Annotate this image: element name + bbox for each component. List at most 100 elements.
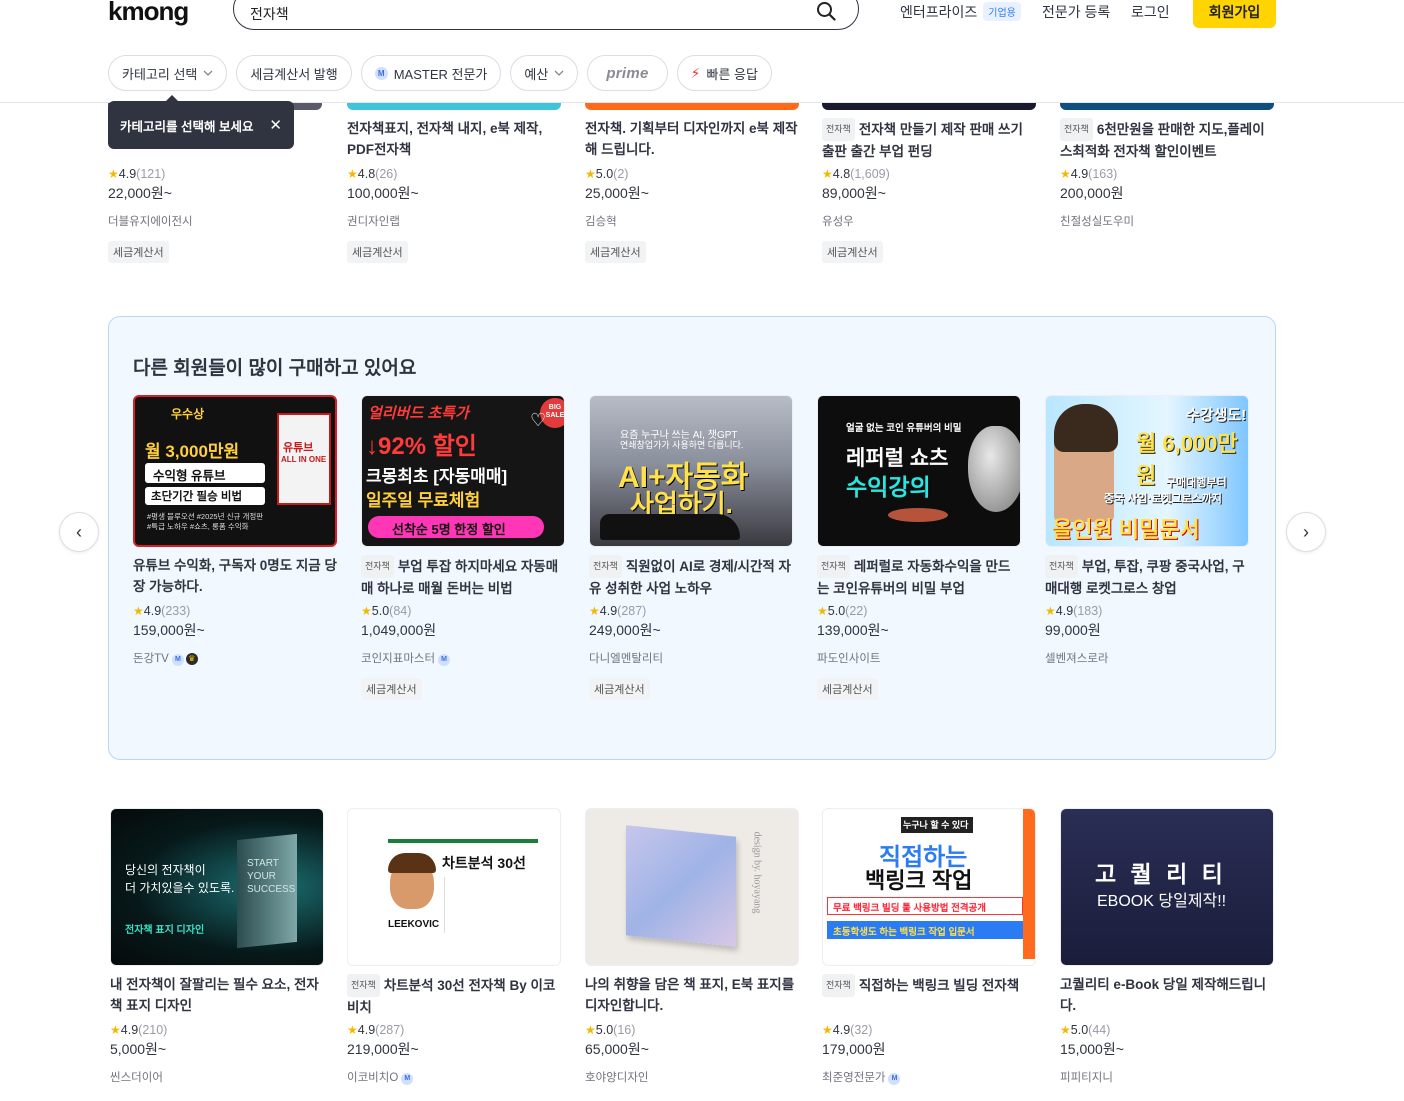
product-title[interactable]: 전자책. 기획부터 디자인까지 e북 제작해 드립니다. xyxy=(585,118,799,160)
product-title[interactable]: 전자책표지, 전자책 내지, e북 제작, PDF전자책 xyxy=(347,118,561,160)
seller-name[interactable]: 코인지표마스터 M xyxy=(361,650,565,666)
product-title[interactable]: 나의 취향을 담은 책 표지, E북 표지를 디자인합니다. xyxy=(585,974,799,1016)
heart-icon[interactable]: ♡ xyxy=(530,410,546,431)
product-card[interactable]: 차트분석 30선 LEEKOVIC 전자책 차트분석 30선 전자책 By 이코비… xyxy=(347,808,561,1085)
price: 179,000원 xyxy=(822,1041,886,1057)
nav-enterprise[interactable]: 엔터프라이즈 기업용 xyxy=(900,2,1021,22)
product-card[interactable]: 얼굴 없는 코인 유튜버의 비밀 레퍼럴 쇼츠 수익강의 전자책 레퍼럴로 자동화… xyxy=(817,395,1021,700)
product-thumbnail[interactable]: 차트분석 30선 LEEKOVIC xyxy=(347,808,561,966)
seller-name[interactable]: 이코비치O M xyxy=(347,1069,561,1085)
product-title-text: 유튜브 수익화, 구독자 0명도 지금 당장 가능하다. xyxy=(133,558,337,594)
product-card[interactable]: 우수상 월 3,000만원 수익형 유튜브 초단기간 필승 비법 #평생 블루오… xyxy=(133,395,337,666)
product-card[interactable]: 전자책 전자책 만들기 제작 판매 쓰기 출판 출간 부업 펀딩 ★4.8(1,6… xyxy=(822,100,1036,263)
seller-name-text: 친절성실도우미 xyxy=(1060,216,1135,228)
product-title[interactable]: 전자책 부업 투잡 하지마세요 자동매매 하나로 매월 돈버는 비법 xyxy=(361,555,565,597)
product-title[interactable]: 전자책 레퍼럴로 자동화수익을 만드는 코인유튜버의 비밀 부업 xyxy=(817,555,1021,597)
seller-name[interactable]: 피피티지니 xyxy=(1060,1069,1274,1085)
rating: ★5.0(44) xyxy=(1060,1023,1274,1037)
seller-name[interactable]: 친절성실도우미 xyxy=(1060,213,1274,229)
seller-name[interactable]: 씬스더이어 xyxy=(110,1069,324,1085)
master-icon: M xyxy=(171,654,184,666)
thumbnail-text: 차트분석 30선 xyxy=(442,855,526,871)
filter-prime[interactable]: prime xyxy=(587,55,668,91)
product-title[interactable]: 전자책 직원없이 AI로 경제/시간적 자유 성취한 사업 노하우 xyxy=(589,555,793,597)
rating: ★5.0(16) xyxy=(585,1023,799,1037)
thumbnail-text: ALL IN ONE xyxy=(281,455,327,464)
section-title: 다른 회원들이 많이 구매하고 있어요 xyxy=(133,358,417,379)
rating: ★4.9(163) xyxy=(1060,167,1274,181)
product-card[interactable]: 누구나 할 수 있다 직접하는 백링크 작업 무료 백링크 빌딩 툴 사용방법 … xyxy=(822,808,1036,1085)
product-card[interactable]: 요즘 누구나 쓰는 AI, 챗GPT 연쇄창업가가 사용하면 다릅니다. AI+… xyxy=(589,395,793,700)
signup-button[interactable]: 회원가입 xyxy=(1193,0,1276,28)
product-card[interactable]: 당신의 전자책이 더 가치있을수 있도록. 전자책 표지 디자인 START Y… xyxy=(110,808,324,1085)
search-icon[interactable] xyxy=(816,1,836,21)
product-card[interactable]: 전자책. 기획부터 디자인까지 e북 제작해 드립니다. ★5.0(2) 25,… xyxy=(585,100,799,263)
product-thumbnail[interactable]: 고 퀄 리 티 EBOOK 당일제작!! xyxy=(1060,808,1274,966)
filter-master[interactable]: M MASTER 전문가 xyxy=(360,55,502,91)
product-card[interactable]: 전자책 6천만원을 판매한 지도,플레이스최적화 전자책 할인이벤트 ★4.9(1… xyxy=(1060,100,1274,229)
search-bar[interactable]: 전자책 xyxy=(233,0,859,30)
product-thumbnail[interactable]: design by. hoyayang xyxy=(585,808,799,966)
thumbnail-text: 수익형 유튜브 xyxy=(153,469,226,483)
kmong-logo[interactable]: kmong xyxy=(108,0,189,27)
header: kmong 전자책 엔터프라이즈 기업용 전문가 등록 로그인 회원가입 카테고리… xyxy=(0,0,1404,103)
filter-category[interactable]: 카테고리 선택 xyxy=(108,55,228,91)
product-title[interactable]: 전자책 6천만원을 판매한 지도,플레이스최적화 전자책 할인이벤트 xyxy=(1060,118,1274,160)
thumbnail-text: 유튜브 xyxy=(283,442,314,454)
thumbnail-text: 더 가치있을수 있도록. xyxy=(125,881,235,895)
seller-name[interactable]: 최준영전문가 M xyxy=(822,1069,1036,1085)
rating: ★4.8(26) xyxy=(347,167,561,181)
seller-name-text: 호야양디자인 xyxy=(585,1072,649,1084)
seller-name[interactable]: 권디자인랩 xyxy=(347,213,561,229)
product-title[interactable]: 유튜브 수익화, 구독자 0명도 지금 당장 가능하다. xyxy=(133,555,337,597)
seller-name[interactable]: 돈강TV M ♛ xyxy=(133,650,337,666)
product-title-text: 내 전자책이 잘팔리는 필수 요소, 전자책 표지 디자인 xyxy=(110,977,319,1013)
filter-fast-response[interactable]: ⚡ 빠른 응답 xyxy=(676,55,772,91)
product-title[interactable]: 전자책 전자책 만들기 제작 판매 쓰기 출판 출간 부업 펀딩 xyxy=(822,118,1036,160)
product-card[interactable]: design by. hoyayang 나의 취향을 담은 책 표지, E북 표… xyxy=(585,808,799,1085)
thumbnail-text: 일주일 무료체험 xyxy=(366,491,481,510)
seller-name[interactable]: 유성우 xyxy=(822,213,1036,229)
product-card[interactable]: 수강생도! 월 6,000만원 구매대행부터 중국 사입·로켓그로스까지 올인원… xyxy=(1045,395,1249,666)
product-thumbnail[interactable]: 얼굴 없는 코인 유튜버의 비밀 레퍼럴 쇼츠 수익강의 xyxy=(817,395,1021,547)
seller-name-text: 코인지표마스터 xyxy=(361,653,436,665)
master-icon: M xyxy=(374,66,388,80)
seller-name[interactable]: 셀벤져스로라 xyxy=(1045,650,1249,666)
thumbnail-text: 구매대행부터 xyxy=(1166,477,1227,489)
seller-name[interactable]: 김승혁 xyxy=(585,213,799,229)
product-title[interactable]: 전자책 직접하는 백링크 빌딩 전자책 xyxy=(822,974,1036,1016)
product-thumbnail[interactable]: 얼리버드 초특가 ↓92% 할인 크몽최초 [자동매매] 일주일 무료체험 선착… xyxy=(361,395,565,547)
product-title[interactable]: 내 전자책이 잘팔리는 필수 요소, 전자책 표지 디자인 xyxy=(110,974,324,1016)
star-icon: ★ xyxy=(1060,167,1071,181)
seller-name[interactable]: 파도인사이트 xyxy=(817,650,1021,666)
star-icon: ★ xyxy=(133,604,144,618)
product-thumbnail[interactable]: 당신의 전자책이 더 가치있을수 있도록. 전자책 표지 디자인 START Y… xyxy=(110,808,324,966)
seller-name[interactable]: 다니엘멘탈리티 xyxy=(589,650,793,666)
close-icon[interactable]: ✕ xyxy=(269,116,282,134)
thumbnail-text: 무료 백링크 빌딩 툴 사용방법 전격공개 xyxy=(833,903,987,914)
filter-tax-invoice[interactable]: 세금계산서 발행 xyxy=(236,55,352,91)
product-title[interactable]: 고퀄리티 e-Book 당일 제작해드립니다. xyxy=(1060,974,1274,1016)
seller-name[interactable]: 더블유지에이전시 xyxy=(108,213,322,229)
search-input[interactable]: 전자책 xyxy=(250,4,289,24)
thumbnail-text: 우수상 xyxy=(171,407,205,421)
seller-name-text: 돈강TV xyxy=(133,653,169,665)
product-thumbnail[interactable]: 누구나 할 수 있다 직접하는 백링크 작업 무료 백링크 빌딩 툴 사용방법 … xyxy=(822,808,1036,966)
product-card[interactable]: 전자책표지, 전자책 내지, e북 제작, PDF전자책 ★4.8(26) 10… xyxy=(347,100,561,263)
product-title[interactable]: 전자책 차트분석 30선 전자책 By 이코비치 xyxy=(347,974,561,1016)
chevron-right-icon[interactable]: › xyxy=(1286,512,1326,552)
product-title[interactable]: 전자책 부업, 투잡, 쿠팡 중국사업, 구매대행 로켓그로스 창업 xyxy=(1045,555,1249,597)
product-thumbnail[interactable]: 요즘 누구나 쓰는 AI, 챗GPT 연쇄창업가가 사용하면 다릅니다. AI+… xyxy=(589,395,793,547)
star-icon: ★ xyxy=(589,604,600,618)
product-thumbnail[interactable]: 수강생도! 월 6,000만원 구매대행부터 중국 사입·로켓그로스까지 올인원… xyxy=(1045,395,1249,547)
thumbnail-text: design by. hoyayang xyxy=(751,831,763,914)
product-card[interactable]: 얼리버드 초특가 ↓92% 할인 크몽최초 [자동매매] 일주일 무료체험 선착… xyxy=(361,395,565,700)
price: 15,000원~ xyxy=(1060,1041,1124,1057)
seller-name[interactable]: 호야양디자인 xyxy=(585,1069,799,1085)
product-thumbnail[interactable]: 우수상 월 3,000만원 수익형 유튜브 초단기간 필승 비법 #평생 블루오… xyxy=(133,395,337,547)
filter-budget[interactable]: 예산 xyxy=(510,55,579,91)
nav-login[interactable]: 로그인 xyxy=(1131,2,1170,22)
nav-expert-register[interactable]: 전문가 등록 xyxy=(1042,2,1110,22)
chevron-left-icon[interactable]: ‹ xyxy=(59,512,99,552)
product-card[interactable]: 고 퀄 리 티 EBOOK 당일제작!! 고퀄리티 e-Book 당일 제작해드… xyxy=(1060,808,1274,1085)
